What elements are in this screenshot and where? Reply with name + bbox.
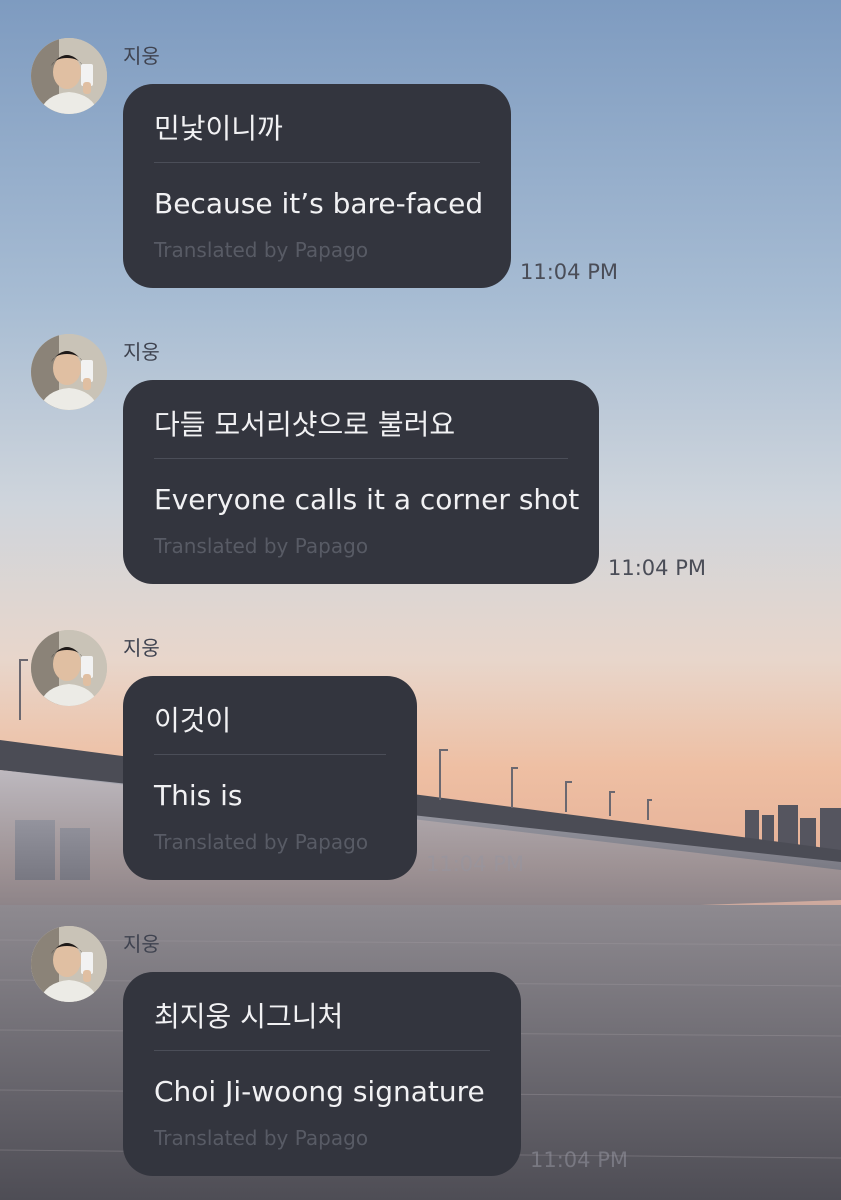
divider xyxy=(154,458,568,459)
divider xyxy=(154,1050,490,1051)
original-text: 최지웅 시그니처 xyxy=(154,1000,344,1033)
avatar-photo-icon xyxy=(31,630,107,706)
original-text: 이것이 xyxy=(154,704,232,737)
message-bubble[interactable]: 최지웅 시그니처 Choi Ji-woong signature Transla… xyxy=(123,972,521,1176)
translation-credit: Translated by Papago xyxy=(154,830,369,854)
translated-text: Choi Ji-woong signature xyxy=(154,1075,485,1108)
timestamp: 11:04 PM xyxy=(530,1148,628,1172)
divider xyxy=(154,754,386,755)
avatar-photo-icon xyxy=(31,926,107,1002)
translation-credit: Translated by Papago xyxy=(154,238,369,262)
translated-text: Everyone calls it a corner shot xyxy=(154,483,580,516)
sender-name: 지웅 xyxy=(123,44,160,68)
translation-credit: Translated by Papago xyxy=(154,1126,369,1150)
message-bubble[interactable]: 다들 모서리샷으로 불러요 Everyone calls it a corner… xyxy=(123,380,599,584)
timestamp: 11:04 PM xyxy=(608,556,706,580)
avatar[interactable] xyxy=(31,926,107,1002)
avatar-photo-icon xyxy=(31,38,107,114)
message-bubble[interactable]: 민낯이니까 Because it’s bare-faced Translated… xyxy=(123,84,511,288)
original-text: 민낯이니까 xyxy=(154,112,283,145)
translated-text: This is xyxy=(154,779,243,812)
message-bubble[interactable]: 이것이 This is Translated by Papago xyxy=(123,676,417,880)
sender-name: 지웅 xyxy=(123,340,160,364)
original-text: 다들 모서리샷으로 불러요 xyxy=(154,408,456,441)
avatar-photo-icon xyxy=(31,334,107,410)
sender-name: 지웅 xyxy=(123,636,160,660)
avatar[interactable] xyxy=(31,38,107,114)
avatar[interactable] xyxy=(31,630,107,706)
avatar[interactable] xyxy=(31,334,107,410)
timestamp: 11:04 PM xyxy=(426,852,524,876)
translation-credit: Translated by Papago xyxy=(154,534,369,558)
divider xyxy=(154,162,480,163)
sender-name: 지웅 xyxy=(123,932,160,956)
timestamp: 11:04 PM xyxy=(520,260,618,284)
translated-text: Because it’s bare-faced xyxy=(154,187,484,220)
